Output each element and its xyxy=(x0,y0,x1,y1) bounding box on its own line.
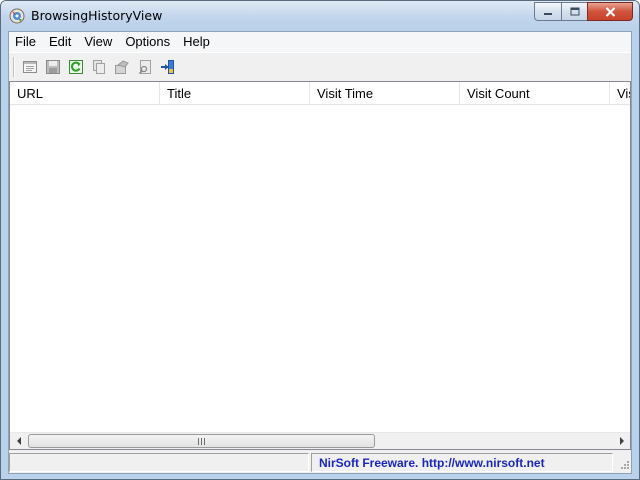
arrow-right-icon xyxy=(619,437,624,445)
app-window: BrowsingHistoryView File Edit View Optio… xyxy=(0,0,640,480)
html-report-button[interactable] xyxy=(110,56,133,78)
browsinghistoryview-app-icon[interactable] xyxy=(9,8,25,24)
menu-view[interactable]: View xyxy=(78,32,119,52)
toolbar-grip[interactable] xyxy=(13,56,15,77)
scroll-thumb[interactable] xyxy=(28,434,375,448)
maximize-button[interactable] xyxy=(561,2,587,21)
close-button[interactable] xyxy=(587,2,633,21)
menu-help[interactable]: Help xyxy=(177,32,217,52)
column-header-title[interactable]: Title xyxy=(160,82,310,105)
properties-button[interactable] xyxy=(18,56,41,78)
scroll-left-button[interactable] xyxy=(10,433,27,449)
column-header-url[interactable]: URL xyxy=(10,82,160,105)
menu-edit[interactable]: Edit xyxy=(43,32,78,52)
refresh-icon xyxy=(68,59,83,74)
refresh-button[interactable] xyxy=(64,56,87,78)
copy-button[interactable] xyxy=(87,56,110,78)
status-pane-info xyxy=(9,453,309,472)
properties-icon xyxy=(22,60,37,73)
history-list[interactable]: URL Title Visit Time Visit Count Vis xyxy=(9,81,631,450)
menu-bar: File Edit View Options Help xyxy=(9,32,631,52)
nirsoft-link[interactable]: NirSoft Freeware. http://www.nirsoft.net xyxy=(319,456,545,470)
scroll-right-button[interactable] xyxy=(613,433,630,449)
column-header-visited-from[interactable]: Vis xyxy=(610,82,630,105)
save-icon xyxy=(45,59,60,74)
list-header: URL Title Visit Time Visit Count Vis xyxy=(10,82,630,105)
status-bar: NirSoft Freeware. http://www.nirsoft.net xyxy=(9,452,631,473)
menu-file[interactable]: File xyxy=(9,32,43,52)
minimize-icon xyxy=(544,12,552,15)
find-icon xyxy=(138,59,151,74)
exit-button[interactable] xyxy=(156,56,179,78)
client-area: File Edit View Options Help URL Title Vi… xyxy=(8,31,632,474)
exit-icon xyxy=(160,59,174,74)
save-button[interactable] xyxy=(41,56,64,78)
menu-options[interactable]: Options xyxy=(119,32,177,52)
window-title: BrowsingHistoryView xyxy=(31,8,163,23)
find-button[interactable] xyxy=(133,56,156,78)
column-header-visit-count[interactable]: Visit Count xyxy=(460,82,610,105)
maximize-icon xyxy=(570,7,579,16)
status-pane-link: NirSoft Freeware. http://www.nirsoft.net xyxy=(311,453,613,472)
html-report-icon xyxy=(114,59,129,74)
copy-icon xyxy=(92,59,105,74)
column-header-visit-time[interactable]: Visit Time xyxy=(310,82,460,105)
toolbar xyxy=(9,52,631,80)
horizontal-scrollbar[interactable] xyxy=(10,432,630,449)
thumb-grip-icon xyxy=(198,437,205,445)
title-bar[interactable]: BrowsingHistoryView xyxy=(1,1,639,31)
minimize-button[interactable] xyxy=(534,2,561,21)
resize-grip-icon[interactable] xyxy=(617,459,630,472)
arrow-left-icon xyxy=(16,437,21,445)
window-controls xyxy=(534,2,633,21)
close-icon xyxy=(605,6,615,17)
